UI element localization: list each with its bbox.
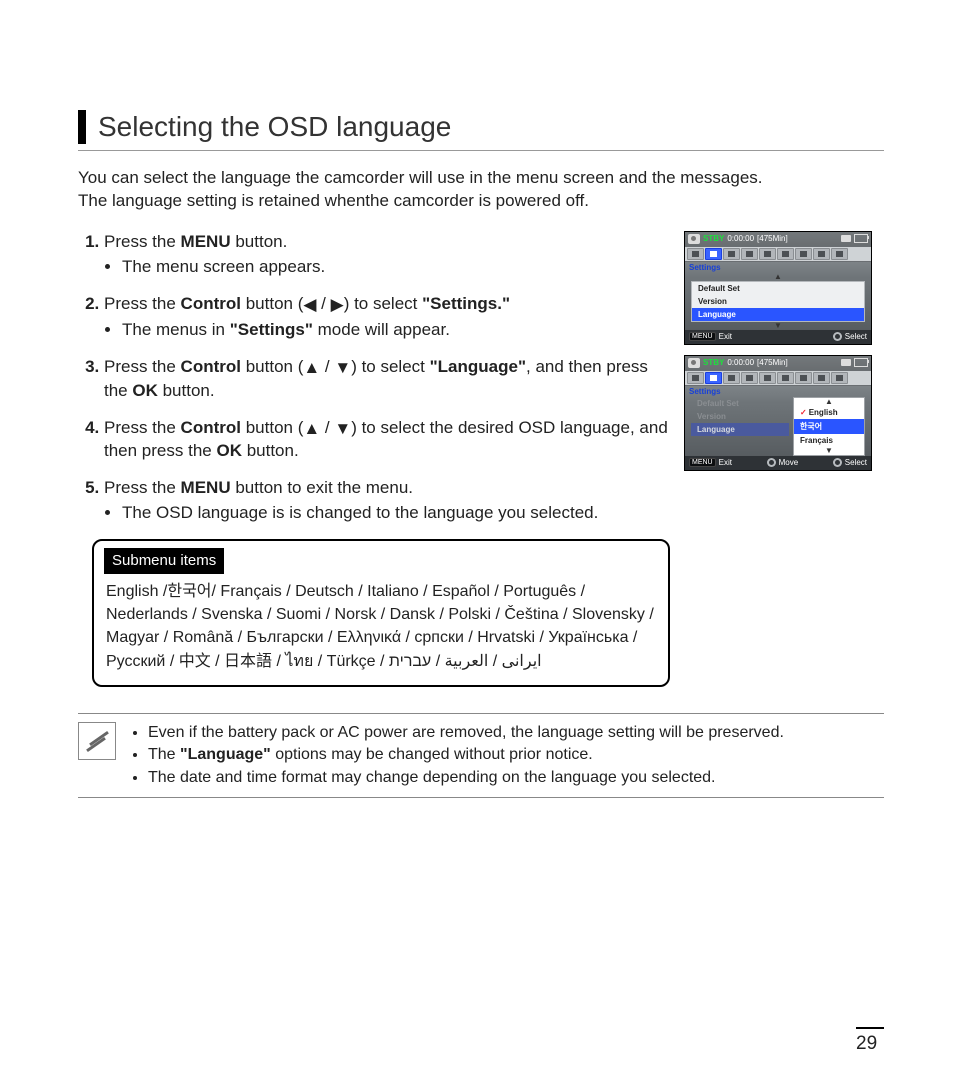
tab-icon bbox=[741, 372, 758, 384]
tab-icon bbox=[795, 248, 812, 260]
heading-text: Selecting the OSD language bbox=[98, 111, 451, 143]
step-2: Press the Control button (◀ / ▶) to sele… bbox=[104, 293, 670, 342]
triangle-right-icon: ▶ bbox=[331, 294, 344, 317]
step-1: Press the MENU button. The menu screen a… bbox=[104, 231, 670, 279]
tab-icon-active bbox=[705, 372, 722, 384]
battery-icon bbox=[854, 358, 868, 367]
timecode: 0:00:00 bbox=[727, 234, 754, 243]
heading-accent-bar bbox=[78, 110, 86, 144]
submenu-title: Submenu items bbox=[104, 548, 224, 574]
page-number: 29 bbox=[856, 1027, 884, 1055]
time-remaining: [475Min] bbox=[757, 358, 788, 367]
tab-icon bbox=[813, 372, 830, 384]
step-5-sub: The OSD language is is changed to the la… bbox=[122, 502, 670, 525]
stby-label: STBY bbox=[703, 358, 724, 367]
tab-icon bbox=[759, 248, 776, 260]
menu-item-dim: Default Set bbox=[691, 397, 789, 410]
menu-pill: MENU bbox=[689, 332, 716, 341]
camera-icon bbox=[688, 358, 700, 368]
tab-icon bbox=[777, 248, 794, 260]
stby-label: STBY bbox=[703, 234, 724, 243]
menu-item: Version bbox=[692, 295, 864, 308]
tab-icon bbox=[777, 372, 794, 384]
card-icon bbox=[841, 235, 851, 242]
tab-icon bbox=[687, 248, 704, 260]
step-1-sub: The menu screen appears. bbox=[122, 256, 670, 279]
menu-item-dim: Language bbox=[691, 423, 789, 436]
tab-icon-active bbox=[705, 248, 722, 260]
osd-screenshot-1: STBY 0:00:00 [475Min] bbox=[684, 231, 872, 345]
exit-label: Exit bbox=[719, 458, 732, 467]
tab-icon bbox=[831, 248, 848, 260]
chevron-up-icon: ▲ bbox=[685, 273, 871, 281]
check-icon: ✓ bbox=[800, 408, 807, 417]
triangle-down-icon: ▼ bbox=[334, 357, 351, 380]
step-5: Press the MENU button to exit the menu. … bbox=[104, 477, 670, 525]
card-icon bbox=[841, 359, 851, 366]
timecode: 0:00:00 bbox=[727, 358, 754, 367]
triangle-up-icon: ▲ bbox=[303, 418, 320, 441]
tab-icon bbox=[687, 372, 704, 384]
tab-icon bbox=[741, 248, 758, 260]
tab-icon bbox=[795, 372, 812, 384]
tab-icon bbox=[723, 372, 740, 384]
tab-icon bbox=[759, 372, 776, 384]
chevron-up-icon: ▲ bbox=[794, 398, 864, 406]
battery-icon bbox=[854, 234, 868, 243]
note-icon bbox=[78, 722, 116, 760]
exit-label: Exit bbox=[719, 332, 732, 341]
tab-icon bbox=[831, 372, 848, 384]
steps-list: Press the MENU button. The menu screen a… bbox=[78, 231, 670, 525]
tab-row bbox=[685, 370, 871, 386]
camera-icon bbox=[688, 234, 700, 244]
chevron-down-icon: ▼ bbox=[685, 322, 871, 330]
gear-icon bbox=[833, 458, 842, 467]
select-label: Select bbox=[845, 458, 867, 467]
intro-paragraph: You can select the language the camcorde… bbox=[78, 167, 884, 213]
triangle-up-icon: ▲ bbox=[303, 357, 320, 380]
triangle-left-icon: ◀ bbox=[303, 294, 316, 317]
step-4: Press the Control button (▲ / ▼) to sele… bbox=[104, 417, 670, 464]
chevron-down-icon: ▼ bbox=[794, 447, 864, 455]
lang-option: ✓English bbox=[794, 406, 864, 419]
gear-icon bbox=[833, 332, 842, 341]
menu-list: Default Set Version Language bbox=[691, 281, 865, 322]
time-remaining: [475Min] bbox=[757, 234, 788, 243]
move-label: Move bbox=[779, 458, 799, 467]
gear-icon bbox=[767, 458, 776, 467]
step-3: Press the Control button (▲ / ▼) to sele… bbox=[104, 356, 670, 403]
triangle-down-icon: ▼ bbox=[334, 418, 351, 441]
menu-pill: MENU bbox=[689, 458, 716, 467]
submenu-box: Submenu items English /한국어/ Français / D… bbox=[92, 539, 670, 687]
notes-section: Even if the battery pack or AC power are… bbox=[78, 713, 884, 798]
tab-row bbox=[685, 246, 871, 262]
step-2-sub: The menus in "Settings" mode will appear… bbox=[122, 319, 670, 342]
settings-category-label: Settings bbox=[685, 386, 871, 397]
lang-option-selected: 한국어 bbox=[794, 419, 864, 434]
select-label: Select bbox=[845, 332, 867, 341]
note-2: The "Language" options may be changed wi… bbox=[148, 744, 784, 766]
lang-option: Français bbox=[794, 434, 864, 447]
tab-icon bbox=[723, 248, 740, 260]
note-3: The date and time format may change depe… bbox=[148, 767, 784, 789]
intro-line-1: You can select the language the camcorde… bbox=[78, 168, 763, 187]
osd-screenshot-2: STBY 0:00:00 [475Min] bbox=[684, 355, 872, 471]
note-1: Even if the battery pack or AC power are… bbox=[148, 722, 784, 744]
section-heading: Selecting the OSD language bbox=[78, 110, 884, 151]
submenu-body: English /한국어/ Français / Deutsch / Itali… bbox=[106, 580, 656, 673]
menu-item: Default Set bbox=[692, 282, 864, 295]
tab-icon bbox=[813, 248, 830, 260]
intro-line-2: The language setting is retained whenthe… bbox=[78, 191, 589, 210]
menu-item-dim: Version bbox=[691, 410, 789, 423]
menu-item-selected: Language bbox=[692, 308, 864, 321]
